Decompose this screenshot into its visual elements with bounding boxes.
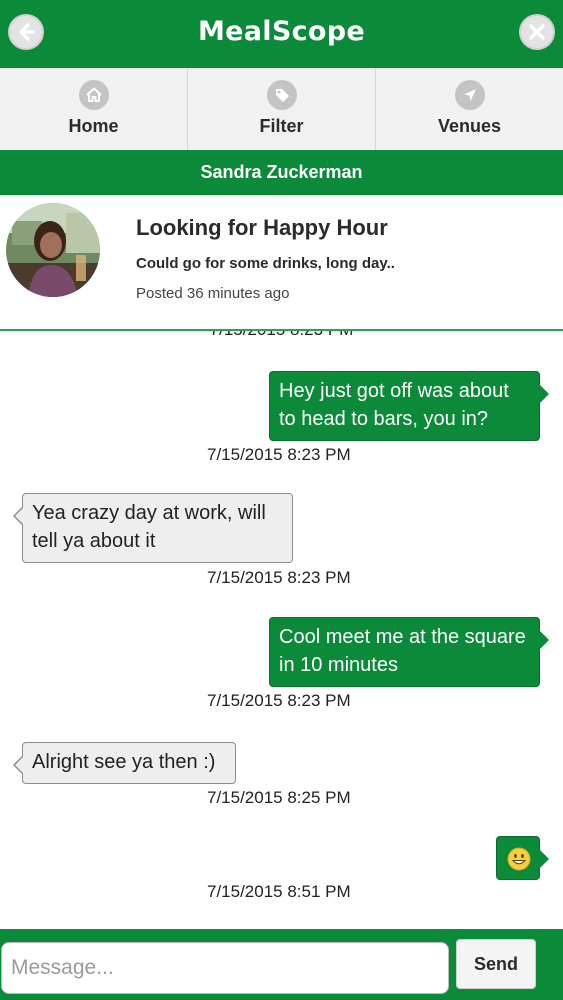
nav-item-filter[interactable]: Filter	[188, 68, 376, 150]
avatar[interactable]	[6, 203, 100, 297]
message-timestamp: 7/15/2015 8:23 PM	[0, 331, 563, 340]
chat-thread[interactable]: 7/15/2015 8:23 PM Hey just got off was a…	[0, 331, 563, 929]
nav-label-home: Home	[68, 116, 119, 136]
nav-item-home[interactable]: Home	[0, 68, 188, 150]
message-composer: Send	[0, 929, 563, 1000]
tag-icon	[266, 80, 297, 110]
outgoing-message: Cool meet me at the square in 10 minutes	[269, 617, 549, 687]
conversation-user-name: Sandra Zuckerman	[0, 150, 563, 195]
outgoing-message	[496, 836, 549, 880]
close-icon	[529, 24, 545, 40]
nav-item-venues[interactable]: Venues	[376, 68, 563, 150]
app-title: MealScope	[198, 16, 365, 47]
post-body: Could go for some drinks, long day..	[136, 255, 395, 272]
post-card: Looking for Happy Hour Could go for some…	[0, 195, 563, 331]
incoming-message: Alright see ya then :)	[13, 742, 236, 784]
message-timestamp: 7/15/2015 8:23 PM	[207, 691, 351, 710]
message-timestamp: 7/15/2015 8:25 PM	[207, 788, 351, 807]
send-button[interactable]: Send	[456, 939, 536, 989]
post-title: Looking for Happy Hour	[136, 215, 388, 240]
message-timestamp: 7/15/2015 8:23 PM	[207, 568, 351, 587]
home-icon	[78, 80, 109, 110]
app-header: MealScope	[0, 0, 563, 68]
smiley-emoji-icon	[507, 847, 531, 871]
message-input[interactable]	[1, 942, 449, 994]
message-timestamp: 7/15/2015 8:23 PM	[207, 445, 351, 464]
nav-bar: Home Filter Venues	[0, 68, 563, 151]
location-arrow-icon	[454, 80, 485, 110]
nav-label-venues: Venues	[437, 116, 502, 136]
nav-label-filter: Filter	[259, 116, 304, 136]
incoming-message: Yea crazy day at work, will tell ya abou…	[13, 493, 293, 563]
outgoing-message: Hey just got off was about to head to ba…	[269, 371, 549, 441]
close-button[interactable]	[519, 14, 555, 50]
post-timestamp: Posted 36 minutes ago	[136, 285, 290, 302]
message-timestamp: 7/15/2015 8:51 PM	[207, 882, 351, 901]
